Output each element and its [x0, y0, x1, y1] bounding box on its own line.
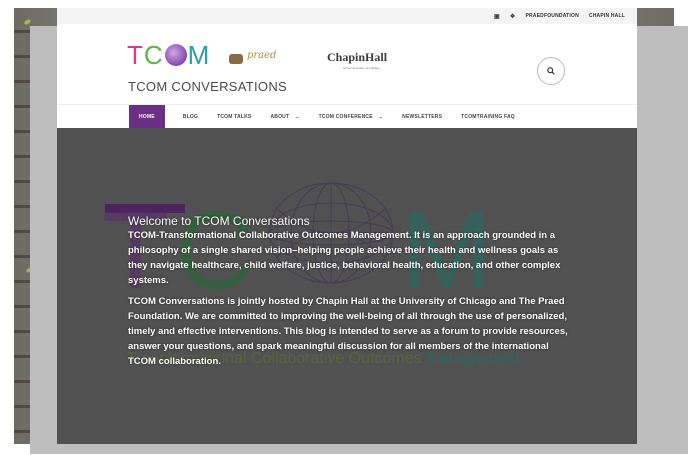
- leaf-decoration: [23, 18, 32, 26]
- tcom-logo[interactable]: TC M: [127, 42, 210, 68]
- logo-letter-m: M: [187, 40, 211, 70]
- site-header: TC M praed ChapinHall at the University o…: [57, 24, 637, 104]
- nav-item-blog[interactable]: BLOG: [183, 105, 198, 129]
- praed-emblem-icon: [229, 54, 243, 64]
- chevron-down-icon: ⌄: [378, 114, 384, 120]
- nav-item-tcom-talks[interactable]: TCOM TALKS: [217, 105, 251, 129]
- chapin-hall-logo[interactable]: ChapinHall at the University of Chicago: [327, 50, 387, 70]
- hero-paragraph-2: TCOM Conversations is jointly hosted by …: [128, 296, 568, 367]
- top-bar: ▣ ❖ PRAEDFOUNDATION CHAPIN HALL: [57, 8, 637, 24]
- logo-letter-c: C: [143, 40, 164, 70]
- twitter-icon[interactable]: ❖: [510, 13, 516, 20]
- chapin-hall-name: ChapinHall: [327, 50, 388, 64]
- hero-paragraph-1: TCOM-Transformational Collaborative Outc…: [128, 230, 561, 286]
- nav-label: TCOM CONFERENCE: [318, 114, 373, 120]
- nav-label: TCOM TALKS: [217, 114, 252, 120]
- nav-label: NEWSLETTERS: [402, 114, 443, 120]
- nav-label: BLOG: [182, 114, 199, 120]
- logo-letter-t: T: [127, 40, 144, 70]
- hero-section: TC M Transformational Collaborative Outc…: [57, 128, 637, 444]
- browser-page: ▣ ❖ PRAEDFOUNDATION CHAPIN HALL TC M prae…: [57, 8, 637, 444]
- site-title[interactable]: TCOM CONVERSATIONS: [128, 79, 287, 94]
- chapin-hall-link[interactable]: CHAPIN HALL: [589, 13, 625, 19]
- praed-foundation-link[interactable]: PRAEDFOUNDATION: [525, 13, 578, 19]
- search-icon: [547, 67, 555, 75]
- nav-item-about[interactable]: ABOUT ⌄: [270, 105, 299, 129]
- hero-heading: Welcome to TCOM Conversations: [128, 214, 310, 228]
- hero-content: Welcome to TCOM Conversations TCOM-Trans…: [128, 214, 573, 375]
- nav-item-newsletters[interactable]: NEWSLETTERS: [402, 105, 442, 129]
- chapin-hall-subtitle: at the University of Chicago: [343, 66, 380, 70]
- facebook-icon[interactable]: ▣: [494, 13, 500, 20]
- nav-item-tcomtraining-faq[interactable]: TCOMTRAINING FAQ: [461, 105, 515, 129]
- nav-label: TCOMTRAINING FAQ: [461, 114, 515, 120]
- chevron-down-icon: ⌄: [295, 114, 300, 120]
- nav-item-home[interactable]: HOME: [129, 105, 165, 129]
- nav-item-tcom-conference[interactable]: TCOM CONFERENCE ⌄: [319, 105, 384, 129]
- search-button[interactable]: [537, 57, 565, 85]
- nav-label: ABOUT: [270, 114, 290, 120]
- praed-logo[interactable]: praed: [247, 50, 276, 61]
- main-navigation: HOME BLOG TCOM TALKS ABOUT ⌄ TCOM CONFERE…: [57, 104, 637, 129]
- logo-globe-icon: [164, 44, 187, 66]
- nav-label: HOME: [139, 114, 155, 120]
